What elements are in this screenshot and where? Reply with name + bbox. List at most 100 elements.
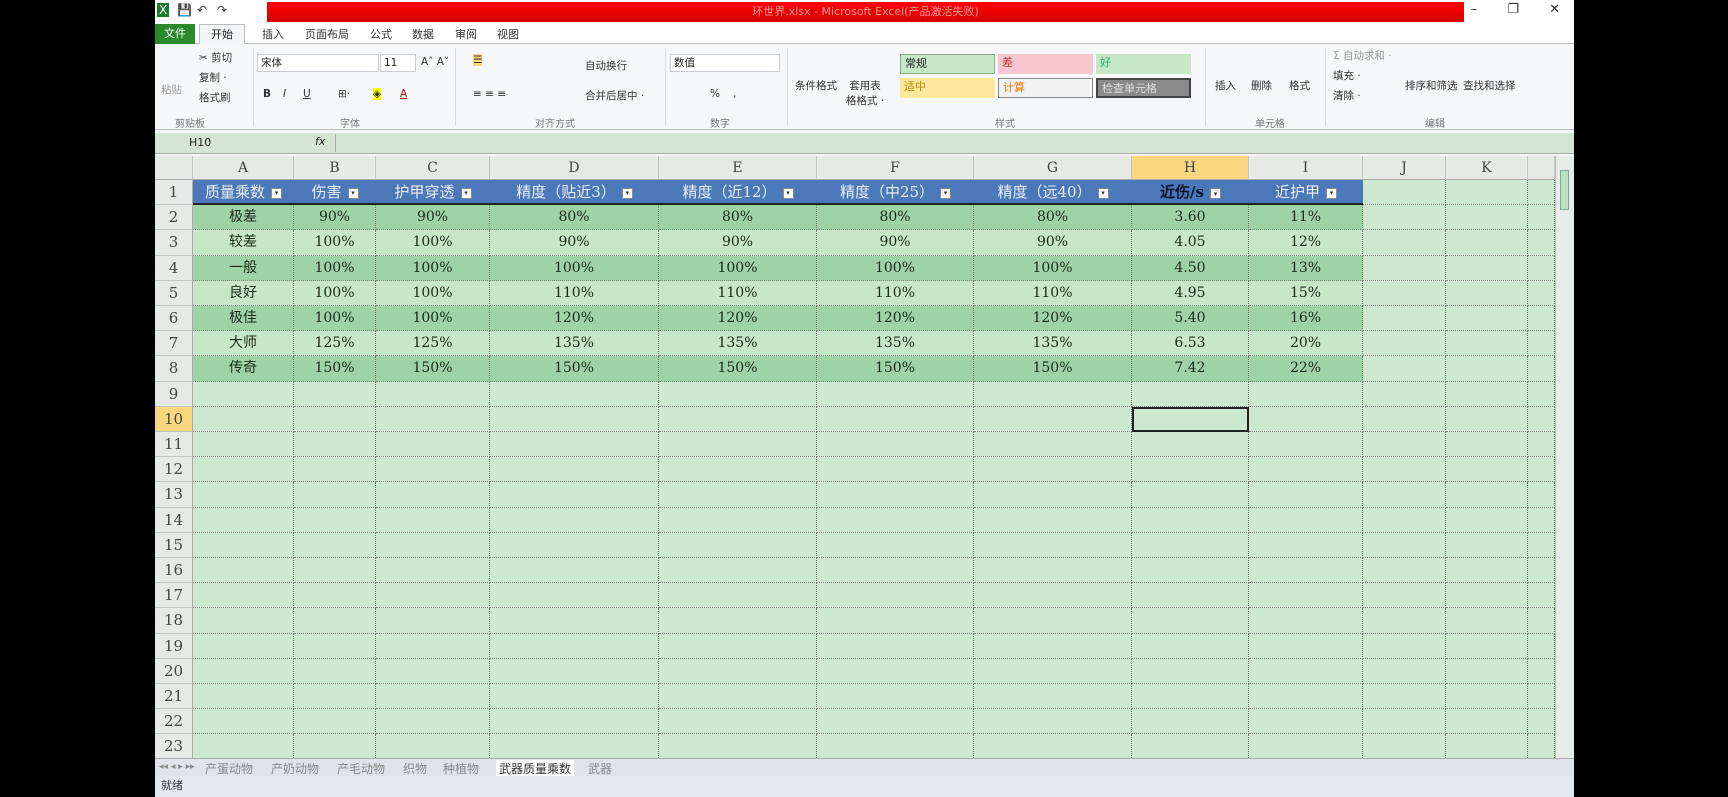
cell[interactable]	[1249, 507, 1363, 533]
cell[interactable]	[817, 482, 974, 508]
close-button[interactable]: ✕	[1549, 2, 1560, 17]
tab-formulas[interactable]: 公式	[370, 26, 392, 42]
row-header-1[interactable]: 1	[155, 180, 193, 206]
column-header-K[interactable]: K	[1446, 156, 1528, 180]
number-format-select[interactable]: 数值	[670, 54, 780, 72]
cell[interactable]	[294, 381, 376, 407]
cell[interactable]	[193, 482, 294, 508]
cell[interactable]	[193, 734, 294, 758]
cell[interactable]	[1363, 532, 1446, 558]
format-cells-button[interactable]: 格式	[1289, 78, 1310, 93]
table-cell[interactable]: 80%	[817, 205, 974, 231]
wrap-text-button[interactable]: 自动换行	[585, 58, 627, 73]
cell[interactable]	[1132, 583, 1249, 609]
cell[interactable]	[974, 432, 1132, 458]
cell[interactable]	[1446, 583, 1528, 609]
cell[interactable]	[1528, 457, 1555, 483]
font-color-icon[interactable]: A	[400, 88, 407, 100]
table-cell[interactable]: 120%	[490, 306, 659, 332]
row-header-3[interactable]: 3	[155, 230, 193, 256]
border-icon[interactable]: ⊞·	[338, 88, 350, 100]
comma-button[interactable]: ,	[733, 88, 736, 100]
format-painter-button[interactable]: 格式刷	[199, 90, 231, 105]
cell[interactable]	[1363, 734, 1446, 758]
cell[interactable]	[490, 406, 659, 432]
table-cell[interactable]: 135%	[490, 331, 659, 357]
cell[interactable]	[490, 457, 659, 483]
table-cell[interactable]: 100%	[817, 255, 974, 281]
table-cell[interactable]: 110%	[974, 280, 1132, 306]
cell[interactable]	[193, 684, 294, 710]
cell[interactable]	[193, 381, 294, 407]
cell[interactable]	[1446, 331, 1528, 357]
cell[interactable]	[1363, 507, 1446, 533]
clear-button[interactable]: 清除 ·	[1333, 88, 1361, 103]
cell[interactable]	[1363, 180, 1446, 206]
align-middle-icon[interactable]: ☰	[473, 54, 483, 66]
paste-button[interactable]: 粘贴	[161, 82, 182, 97]
sheet-tab[interactable]: 产蛋动物	[205, 760, 253, 777]
filter-dropdown-icon[interactable]: ▾	[347, 187, 359, 199]
cell[interactable]	[1363, 482, 1446, 508]
cell[interactable]	[974, 709, 1132, 735]
cell[interactable]	[974, 507, 1132, 533]
cell[interactable]	[294, 734, 376, 758]
row-header-12[interactable]: 12	[155, 457, 193, 483]
cell[interactable]	[1249, 709, 1363, 735]
cell[interactable]	[294, 532, 376, 558]
cell[interactable]	[659, 507, 817, 533]
cell[interactable]	[974, 684, 1132, 710]
cell[interactable]	[1132, 432, 1249, 458]
cell[interactable]	[1528, 709, 1555, 735]
table-cell[interactable]: 90%	[817, 230, 974, 256]
row-header-17[interactable]: 17	[155, 583, 193, 609]
row-header-7[interactable]: 7	[155, 331, 193, 357]
cell[interactable]	[1528, 255, 1555, 281]
table-cell[interactable]: 150%	[659, 356, 817, 382]
align-left-icon[interactable]: ≡ ≡ ≡	[473, 88, 506, 100]
table-cell[interactable]: 150%	[294, 356, 376, 382]
table-cell[interactable]: 12%	[1249, 230, 1363, 256]
cell[interactable]	[294, 658, 376, 684]
column-header-J[interactable]: J	[1363, 156, 1446, 180]
row-header-11[interactable]: 11	[155, 432, 193, 458]
cell[interactable]	[974, 482, 1132, 508]
cell[interactable]	[490, 583, 659, 609]
cell[interactable]	[659, 608, 817, 634]
cell[interactable]	[659, 633, 817, 659]
cell[interactable]	[1446, 432, 1528, 458]
row-header-10[interactable]: 10	[155, 406, 193, 432]
cell[interactable]	[1528, 734, 1555, 758]
table-cell[interactable]: 135%	[817, 331, 974, 357]
format-as-table-button[interactable]: 套用表格格式 ·	[845, 78, 885, 108]
cell[interactable]	[1446, 558, 1528, 584]
row-header-20[interactable]: 20	[155, 658, 193, 684]
column-header-D[interactable]: D	[490, 156, 659, 180]
table-cell[interactable]: 90%	[490, 230, 659, 256]
cell[interactable]	[817, 381, 974, 407]
cell[interactable]	[974, 633, 1132, 659]
cell[interactable]	[1249, 583, 1363, 609]
table-cell[interactable]: 150%	[817, 356, 974, 382]
cell[interactable]	[193, 709, 294, 735]
cell[interactable]	[193, 432, 294, 458]
filter-dropdown-icon[interactable]: ▾	[1326, 187, 1337, 199]
cell[interactable]	[490, 633, 659, 659]
cell[interactable]	[817, 709, 974, 735]
table-header-cell[interactable]: 近伤/s ▾	[1132, 180, 1249, 206]
table-cell[interactable]: 150%	[376, 356, 490, 382]
cell[interactable]	[193, 608, 294, 634]
table-cell[interactable]: 80%	[490, 205, 659, 231]
find-select-button[interactable]: 查找和选择	[1463, 78, 1516, 93]
cell[interactable]	[1446, 532, 1528, 558]
style-good[interactable]: 好	[1096, 54, 1191, 74]
cell[interactable]	[490, 507, 659, 533]
table-cell[interactable]: 135%	[974, 331, 1132, 357]
row-header-9[interactable]: 9	[155, 381, 193, 407]
table-cell[interactable]: 150%	[490, 356, 659, 382]
sheet-tab[interactable]: 武器	[588, 760, 612, 777]
tab-view[interactable]: 视图	[497, 26, 519, 42]
filter-dropdown-icon[interactable]: ▾	[940, 187, 952, 199]
column-header-A[interactable]: A	[193, 156, 294, 180]
cell[interactable]	[294, 507, 376, 533]
